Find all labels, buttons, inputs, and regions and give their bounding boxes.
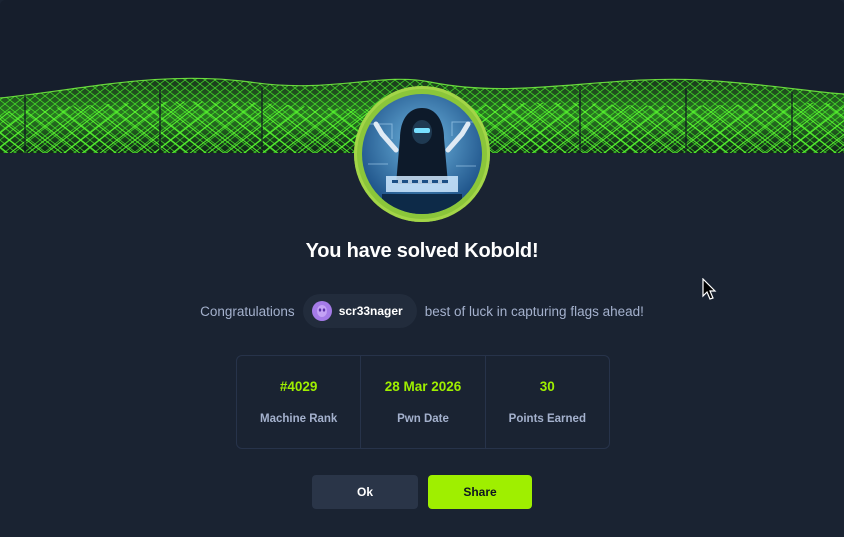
ok-button[interactable]: Ok xyxy=(312,475,418,509)
machine-avatar xyxy=(354,86,490,222)
hooded-hacker-icon xyxy=(362,94,482,214)
mouse-pointer-icon xyxy=(702,277,718,307)
username: scr33nager xyxy=(338,304,403,318)
modal-title: You have solved Kobold! xyxy=(305,240,539,262)
stats-panel: #4029 Machine Rank 28 Mar 2026 Pwn Date … xyxy=(236,355,610,449)
user-chip[interactable]: scr33nager xyxy=(302,294,417,328)
stat-label: Pwn Date xyxy=(397,413,449,425)
machine-solved-modal: You have solved Kobold! Congratulations … xyxy=(0,0,844,537)
stat-value: 28 Mar 2026 xyxy=(384,379,462,394)
stat-pwn-date: 28 Mar 2026 Pwn Date xyxy=(360,356,484,448)
stat-label: Machine Rank xyxy=(260,413,338,425)
stat-machine-rank: #4029 Machine Rank xyxy=(237,356,360,448)
stat-value: #4029 xyxy=(279,379,318,394)
congrats-suffix: best of luck in capturing flags ahead! xyxy=(424,303,644,319)
stat-label: Points Earned xyxy=(508,413,586,425)
share-button[interactable]: Share xyxy=(428,475,532,509)
stat-points-earned: 30 Points Earned xyxy=(484,356,609,448)
congrats-prefix: Congratulations xyxy=(200,303,295,319)
alien-avatar-icon xyxy=(311,301,332,321)
stat-value: 30 xyxy=(539,379,555,394)
